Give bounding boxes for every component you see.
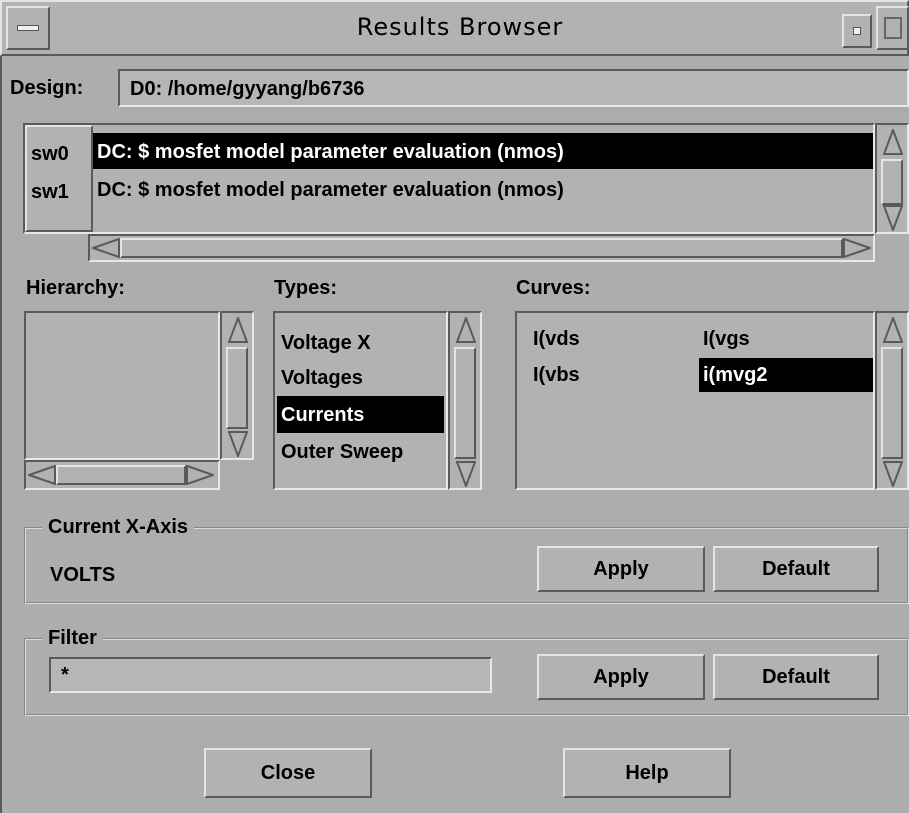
- scroll-left-arrow-icon[interactable]: [28, 465, 56, 485]
- scroll-down-arrow-icon[interactable]: [456, 461, 476, 487]
- hierarchy-vertical-thumb[interactable]: [226, 347, 248, 429]
- type-item[interactable]: Voltages: [277, 360, 444, 396]
- scroll-down-arrow-icon[interactable]: [883, 461, 903, 487]
- curve-item[interactable]: I(vgs: [701, 323, 851, 355]
- results-horizontal-scrollbar[interactable]: [88, 234, 875, 262]
- hierarchy-horizontal-thumb[interactable]: [56, 465, 186, 485]
- window-left-edge: [0, 56, 2, 813]
- scroll-up-arrow-icon[interactable]: [228, 317, 248, 343]
- design-value: D0: /home/gyyang/b6736: [130, 78, 365, 100]
- curve-item[interactable]: I(vds: [531, 323, 681, 355]
- type-item-label: Outer Sweep: [281, 441, 404, 463]
- xaxis-default-label: Default: [762, 558, 830, 580]
- close-label: Close: [260, 762, 316, 784]
- maximize-icon: [883, 17, 902, 39]
- xaxis-apply-label: Apply: [593, 558, 649, 580]
- results-horizontal-thumb[interactable]: [120, 238, 843, 258]
- curves-label: Curves:: [516, 277, 591, 299]
- hierarchy-vertical-scrollbar[interactable]: [220, 311, 254, 460]
- curve-item-selected[interactable]: i(mvg2: [699, 358, 873, 392]
- curves-vertical-scrollbar[interactable]: [875, 311, 909, 490]
- hierarchy-label: Hierarchy:: [26, 277, 125, 299]
- scroll-left-arrow-icon[interactable]: [92, 238, 120, 258]
- filter-apply-button[interactable]: Apply: [537, 654, 705, 700]
- maximize-button[interactable]: [876, 6, 909, 50]
- curve-item-label: I(vgs: [703, 328, 750, 350]
- help-button[interactable]: Help: [563, 748, 731, 798]
- close-button[interactable]: Close: [204, 748, 372, 798]
- filter-default-label: Default: [762, 666, 830, 688]
- filter-apply-label: Apply: [593, 666, 649, 688]
- type-item[interactable]: Outer Sweep: [277, 434, 444, 470]
- minimize-icon: [853, 27, 861, 35]
- type-item[interactable]: Voltage X: [277, 325, 444, 361]
- curves-list[interactable]: I(vds I(vgs I(vbs i(mvg2: [515, 311, 875, 490]
- scroll-down-arrow-icon[interactable]: [883, 205, 903, 231]
- results-tag-column: sw0 sw1: [25, 125, 93, 232]
- scroll-down-arrow-icon[interactable]: [228, 431, 248, 457]
- curve-item-label: I(vds: [533, 328, 580, 350]
- xaxis-apply-button[interactable]: Apply: [537, 546, 705, 592]
- results-vertical-scrollbar[interactable]: [875, 123, 909, 234]
- filter-input[interactable]: *: [49, 657, 492, 693]
- window-title: Results Browser: [356, 13, 564, 41]
- result-tag: sw0: [31, 143, 69, 165]
- results-list[interactable]: sw0 sw1 DC: $ mosfet model parameter eva…: [23, 123, 875, 234]
- types-label: Types:: [274, 277, 337, 299]
- filter-default-button[interactable]: Default: [713, 654, 879, 700]
- curve-item[interactable]: I(vbs: [531, 359, 681, 391]
- curve-item-label: I(vbs: [533, 364, 580, 386]
- results-vertical-thumb[interactable]: [881, 159, 903, 205]
- filter-input-value: *: [61, 664, 69, 686]
- result-row[interactable]: DC: $ mosfet model parameter evaluation …: [93, 133, 873, 169]
- design-field[interactable]: D0: /home/gyyang/b6736: [118, 69, 909, 107]
- curves-vertical-thumb[interactable]: [881, 347, 903, 459]
- hierarchy-list[interactable]: [24, 311, 220, 460]
- type-item-label: Voltages: [281, 367, 363, 389]
- xaxis-legend: Current X-Axis: [42, 517, 195, 537]
- type-item-selected[interactable]: Currents: [277, 396, 444, 433]
- result-row-label: DC: $ mosfet model parameter evaluation …: [97, 141, 564, 163]
- scroll-up-arrow-icon[interactable]: [456, 317, 476, 343]
- xaxis-value: VOLTS: [50, 564, 116, 586]
- curve-item-label: i(mvg2: [703, 364, 768, 386]
- design-label: Design:: [10, 77, 84, 99]
- scroll-up-arrow-icon[interactable]: [883, 317, 903, 343]
- result-row-label: DC: $ mosfet model parameter evaluation …: [97, 179, 564, 201]
- type-item-label: Voltage X: [281, 332, 371, 354]
- result-tag: sw1: [31, 181, 69, 203]
- xaxis-default-button[interactable]: Default: [713, 546, 879, 592]
- window-menu-button[interactable]: [6, 6, 50, 50]
- type-item-label: Currents: [281, 404, 365, 426]
- filter-legend: Filter: [42, 628, 103, 648]
- types-vertical-thumb[interactable]: [454, 347, 476, 459]
- minimize-button[interactable]: [842, 14, 872, 48]
- window-menu-icon: [17, 25, 39, 31]
- scroll-right-arrow-icon[interactable]: [843, 238, 871, 258]
- hierarchy-horizontal-scrollbar[interactable]: [24, 460, 220, 490]
- scroll-right-arrow-icon[interactable]: [186, 465, 214, 485]
- types-vertical-scrollbar[interactable]: [448, 311, 482, 490]
- result-row[interactable]: DC: $ mosfet model parameter evaluation …: [93, 171, 873, 207]
- help-label: Help: [625, 762, 669, 784]
- types-list[interactable]: Voltage X Voltages Currents Outer Sweep: [273, 311, 448, 490]
- scroll-up-arrow-icon[interactable]: [883, 129, 903, 155]
